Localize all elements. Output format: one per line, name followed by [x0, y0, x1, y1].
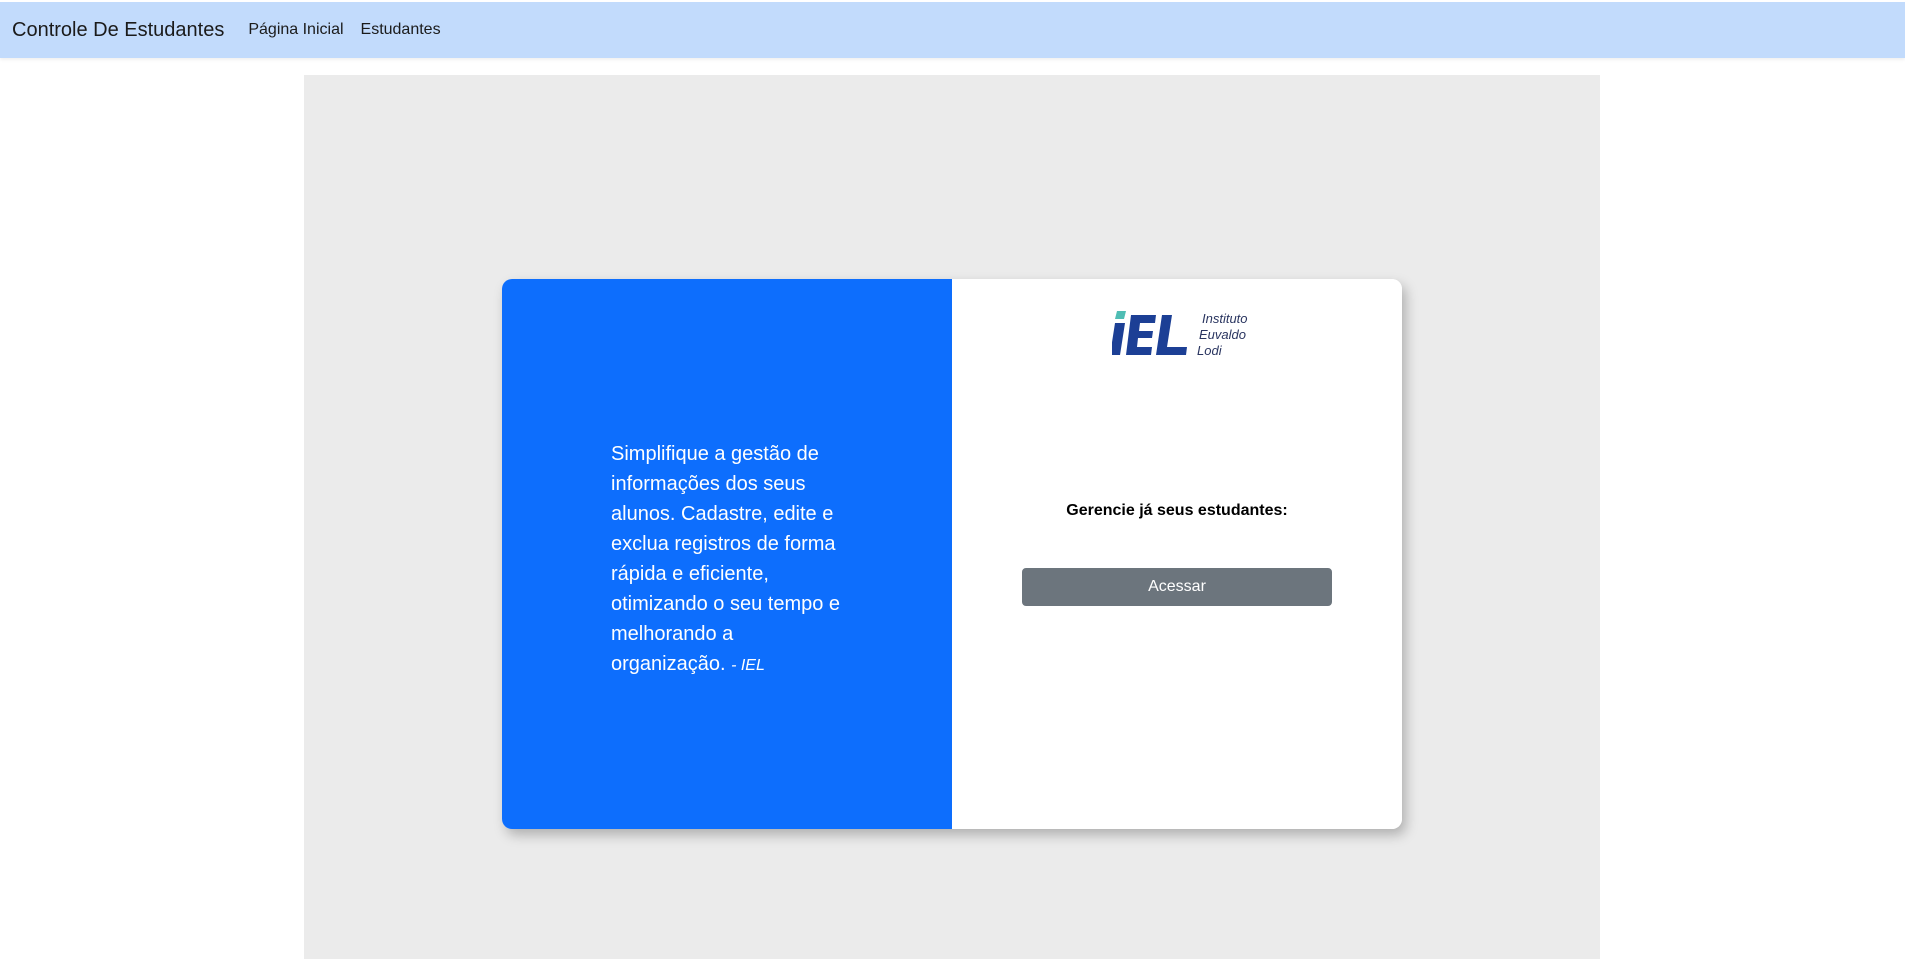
iel-logo-mark	[1110, 311, 1187, 355]
quote-panel: Simplifique a gestão de informações dos …	[502, 279, 952, 829]
access-panel: Instituto Euvaldo Lodi Gerencie já seus …	[952, 279, 1402, 829]
iel-logo-text: Instituto Euvaldo Lodi	[1197, 311, 1248, 359]
nav-link-students[interactable]: Estudantes	[361, 21, 441, 39]
logo-line-3: Lodi	[1197, 343, 1222, 358]
brand-link[interactable]: Controle De Estudantes	[12, 19, 224, 42]
quote-text: Simplifique a gestão de informações dos …	[611, 443, 841, 675]
top-navbar: Controle De Estudantes Página Inicial Es…	[0, 0, 1905, 58]
logo-line-1: Instituto	[1202, 311, 1248, 326]
quote-author: - IEL	[731, 657, 765, 674]
nav-link-home[interactable]: Página Inicial	[248, 21, 343, 39]
welcome-card: Simplifique a gestão de informações dos …	[502, 279, 1402, 829]
access-headline: Gerencie já seus estudantes:	[1066, 502, 1288, 519]
logo-line-2: Euvaldo	[1199, 327, 1246, 342]
access-button[interactable]: Acessar	[1022, 568, 1332, 606]
quote-block: Simplifique a gestão de informações dos …	[611, 439, 843, 681]
iel-logo: Instituto Euvaldo Lodi	[1110, 309, 1262, 361]
